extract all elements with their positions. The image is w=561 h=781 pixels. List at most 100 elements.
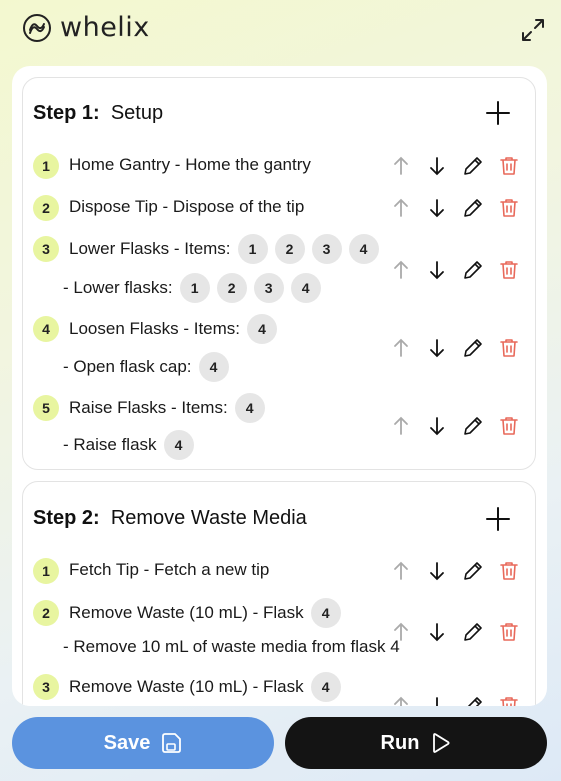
action-number: 1 [33,153,59,179]
trash-icon[interactable] [497,559,521,583]
item-chip: 4 [247,314,278,344]
action-text: Loosen Flasks - Items: 4 [69,314,278,344]
trash-icon[interactable] [497,196,521,220]
whelix-logo-icon [23,13,51,42]
save-label: Save [103,731,151,754]
action-row: 2 Dispose Tip - Dispose of the tip [33,193,533,223]
top-bar: whelix [0,0,561,60]
pencil-icon[interactable] [461,196,485,220]
brand-name: whelix [60,12,150,43]
action-number: 2 [33,600,59,626]
item-chip: 1 [179,273,210,303]
item-chip: 2 [216,273,247,303]
arrow-down-icon[interactable] [425,258,449,282]
trash-icon[interactable] [497,258,521,282]
run-button[interactable]: Run [285,717,547,769]
trash-icon[interactable] [497,154,521,178]
action-row: 3 Lower Flasks - Items: 1 2 3 4 - Lower … [33,234,533,304]
brand-logo: whelix [22,12,150,43]
trash-icon[interactable] [497,694,521,706]
item-chip: 4 [348,234,379,264]
arrow-down-icon[interactable] [425,620,449,644]
arrow-down-icon[interactable] [425,196,449,220]
action-controls [389,694,533,706]
action-row: 5 Raise Flasks - Items: 4 - Raise flask … [33,393,533,463]
action-subtext: - Open flask cap: 4 [63,352,229,382]
action-number: 3 [33,674,59,700]
arrow-up-icon[interactable] [389,258,413,282]
arrow-up-icon[interactable] [389,336,413,360]
action-row: 1 Fetch Tip - Fetch a new tip [33,556,533,586]
run-label: Run [380,731,420,754]
action-controls [389,336,533,360]
arrow-down-icon[interactable] [425,694,449,706]
arrow-up-icon[interactable] [389,196,413,220]
action-controls [389,559,533,583]
action-number: 1 [33,558,59,584]
action-subtext: - Remove 10 mL of waste media from flask… [63,637,400,656]
item-chip: 4 [198,352,229,382]
action-row: 1 Home Gantry - Home the gantry [33,151,533,181]
action-controls [389,258,533,282]
arrow-up-icon[interactable] [389,154,413,178]
item-chip: 3 [311,234,342,264]
action-controls [389,414,533,438]
arrow-up-icon[interactable] [389,620,413,644]
save-button[interactable]: Save [12,717,274,769]
expand-icon[interactable] [519,16,547,44]
pencil-icon[interactable] [461,620,485,644]
pencil-icon[interactable] [461,154,485,178]
arrow-up-icon[interactable] [389,559,413,583]
item-chip: 1 [237,234,268,264]
pencil-icon[interactable] [461,258,485,282]
arrow-down-icon[interactable] [425,336,449,360]
action-text: Fetch Tip - Fetch a new tip [69,560,270,579]
trash-icon[interactable] [497,414,521,438]
step-card-1: Step 1: Setup 1 Home Gantry - Home the g… [22,77,536,470]
pencil-icon[interactable] [461,336,485,360]
protocol-panel[interactable]: Step 1: Setup 1 Home Gantry - Home the g… [12,66,547,706]
action-controls [389,196,533,220]
item-chip: 4 [234,393,265,423]
arrow-up-icon[interactable] [389,414,413,438]
add-action-button[interactable] [485,100,511,126]
arrow-down-icon[interactable] [425,414,449,438]
pencil-icon[interactable] [461,559,485,583]
trash-icon[interactable] [497,336,521,360]
arrow-down-icon[interactable] [425,559,449,583]
item-chip: 4 [290,273,321,303]
step-card-2: Step 2: Remove Waste Media 1 Fetch Tip -… [22,481,536,706]
item-chip: 2 [274,234,305,264]
play-icon [433,733,450,753]
action-controls [389,620,533,644]
add-action-button[interactable] [485,506,511,532]
action-text: Raise Flasks - Items: 4 [69,393,265,423]
pencil-icon[interactable] [461,414,485,438]
action-text: Lower Flasks - Items: 1 2 3 4 [69,234,379,264]
action-row: 3 Remove Waste (10 mL) - Flask 4 [33,672,533,706]
item-chip: 3 [253,273,284,303]
action-number: 2 [33,195,59,221]
action-text: Remove Waste (10 mL) - Flask 4 [69,598,341,628]
arrow-down-icon[interactable] [425,154,449,178]
item-chip: 4 [163,430,194,460]
trash-icon[interactable] [497,620,521,644]
action-subtext: - Lower flasks: 1 2 3 4 [63,273,321,303]
item-chip: 4 [310,672,341,702]
action-row: 2 Remove Waste (10 mL) - Flask 4 - Remov… [33,598,533,660]
action-row: 4 Loosen Flasks - Items: 4 - Open flask … [33,314,533,384]
action-subtext: - Raise flask 4 [63,430,194,460]
pencil-icon[interactable] [461,694,485,706]
save-icon [162,733,182,753]
action-text: Home Gantry - Home the gantry [69,155,311,174]
item-chip: 4 [310,598,341,628]
step-title: Step 2: Remove Waste Media [33,507,307,529]
arrow-up-icon[interactable] [389,694,413,706]
step-title: Step 1: Setup [33,102,164,124]
action-text: Remove Waste (10 mL) - Flask 4 [69,672,341,702]
action-number: 4 [33,316,59,342]
action-text: Dispose Tip - Dispose of the tip [69,197,305,216]
action-controls [389,154,533,178]
action-number: 3 [33,236,59,262]
action-number: 5 [33,395,59,421]
